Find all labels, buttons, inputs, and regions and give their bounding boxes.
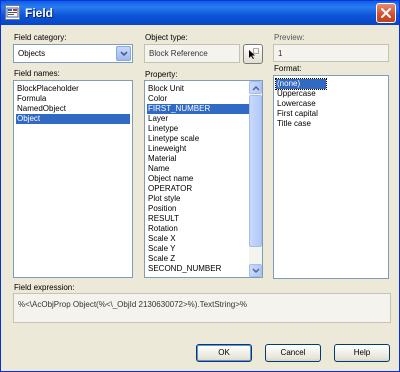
title-bar[interactable]: Field [1, 1, 399, 25]
format-item[interactable]: Lowercase [276, 99, 326, 109]
property-item[interactable]: OPERATOR [147, 184, 249, 194]
field-dialog: Field Field category: Objects Field name… [0, 0, 400, 372]
property-item[interactable]: Block Unit [147, 84, 249, 94]
field-name-item[interactable]: Formula [16, 94, 130, 104]
property-item[interactable]: Plot style [147, 194, 249, 204]
property-label: Property: [145, 70, 178, 79]
property-item[interactable]: RESULT [147, 214, 249, 224]
scroll-up-button[interactable] [249, 81, 262, 94]
field-expression-value: %<\AcObjProp Object(%<\_ObjId 2130630072… [18, 300, 248, 309]
close-button[interactable] [376, 3, 396, 23]
property-item[interactable]: Scale Z [147, 254, 249, 264]
select-object-icon [249, 48, 259, 59]
property-item[interactable]: Name [147, 164, 249, 174]
object-type-label: Object type: [145, 33, 188, 42]
format-list[interactable]: Title case First capital Lowercase Uppercas… [273, 75, 389, 279]
preview-label: Preview: [274, 33, 305, 42]
field-expression-label: Field expression: [14, 283, 75, 292]
property-item[interactable]: Linetype scale [147, 134, 249, 144]
field-category-dropdown[interactable]: Objects [13, 44, 133, 63]
close-icon [381, 8, 391, 18]
property-list[interactable]: SECOND_NUMBER Scale Z Scale Y Scale X Rotati… [144, 80, 263, 278]
field-category-value: Objects [18, 49, 46, 58]
preview-field: 1 [273, 44, 389, 62]
field-names-label: Field names: [14, 69, 60, 78]
property-scrollbar[interactable] [249, 81, 262, 277]
scroll-down-button[interactable] [249, 264, 262, 277]
property-item[interactable]: Scale X [147, 234, 249, 244]
dropdown-button[interactable] [116, 46, 131, 61]
help-button[interactable]: Help [334, 344, 390, 362]
format-item[interactable]: First capital [276, 109, 326, 119]
format-item[interactable]: Title case [276, 119, 326, 129]
preview-value: 1 [278, 49, 283, 58]
property-item[interactable]: SECOND_NUMBER [147, 264, 249, 274]
format-item[interactable]: Uppercase [276, 89, 326, 99]
property-item[interactable]: Linetype [147, 124, 249, 134]
property-item[interactable]: Object name [147, 174, 249, 184]
app-icon [5, 5, 20, 20]
property-item[interactable]: FIRST_NUMBER [147, 104, 249, 114]
ok-button[interactable]: OK [196, 344, 252, 362]
format-label: Format: [274, 64, 302, 73]
property-item[interactable]: Position [147, 204, 249, 214]
field-name-item[interactable]: BlockPlaceholder [16, 84, 130, 94]
field-category-label: Field category: [14, 33, 67, 42]
field-names-list[interactable]: Object NamedObject Formula BlockPlaceholder [13, 80, 133, 278]
field-name-item[interactable]: NamedObject [16, 104, 130, 114]
property-item[interactable]: Material [147, 154, 249, 164]
field-expression-field[interactable]: %<\AcObjProp Object(%<\_ObjId 2130630072… [13, 293, 391, 323]
property-item[interactable]: Rotation [147, 224, 249, 234]
object-type-field: Block Reference [144, 44, 240, 63]
property-item[interactable]: Scale Y [147, 244, 249, 254]
property-item[interactable]: Color [147, 94, 249, 104]
property-item[interactable]: Layer [147, 114, 249, 124]
object-type-value: Block Reference [149, 49, 208, 58]
field-name-item[interactable]: Object [16, 114, 130, 124]
property-item[interactable]: Lineweight [147, 144, 249, 154]
select-object-button[interactable] [243, 44, 263, 64]
chevron-down-icon [252, 268, 260, 273]
scroll-thumb[interactable] [249, 95, 262, 247]
chevron-down-icon [120, 51, 128, 57]
format-item[interactable]: (none) [275, 78, 327, 90]
chevron-up-icon [252, 86, 260, 91]
cancel-button[interactable]: Cancel [265, 344, 321, 362]
window-title: Field [25, 6, 54, 20]
